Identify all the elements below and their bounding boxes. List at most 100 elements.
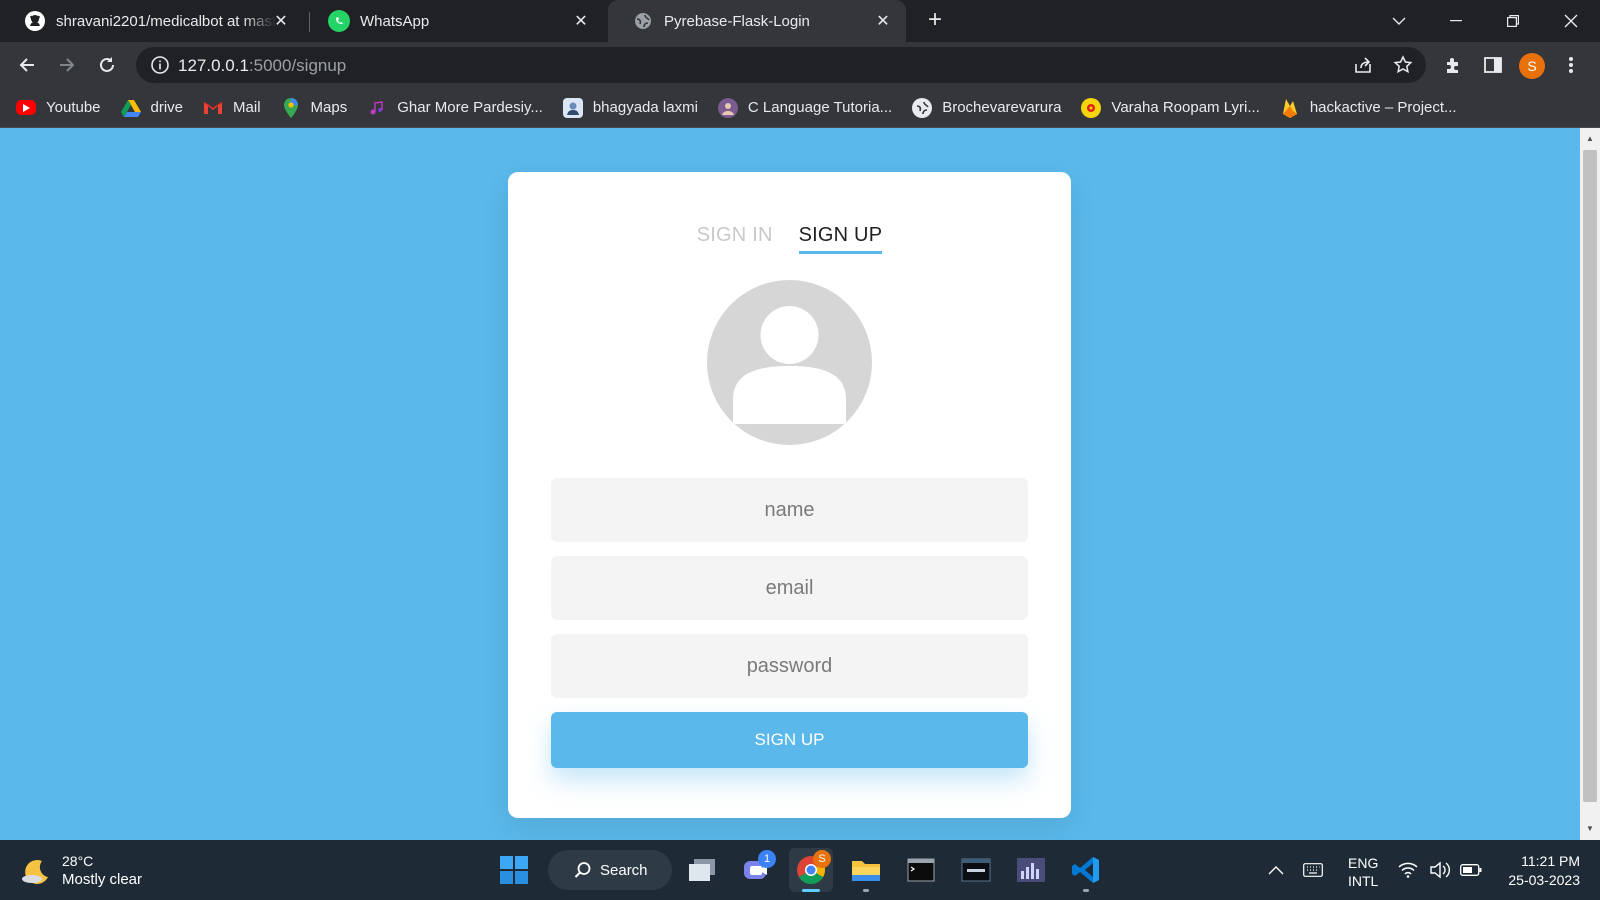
image-icon <box>562 97 583 118</box>
bookmark-drive[interactable]: drive <box>120 98 183 118</box>
forward-button[interactable] <box>52 50 82 80</box>
terminal-button[interactable] <box>899 848 943 892</box>
windows-taskbar: 28°C Mostly clear Search 1 S ENG INTL 11… <box>0 840 1600 900</box>
bookmark-brochevarevarura[interactable]: Brochevarevarura <box>912 97 1062 118</box>
notification-badge: 1 <box>758 850 776 868</box>
scroll-up-arrow-icon[interactable]: ▲ <box>1583 132 1597 146</box>
url-text[interactable]: 127.0.0.1:5000/signup <box>178 56 346 76</box>
whatsapp-icon <box>328 10 350 32</box>
task-view-icon <box>689 859 715 881</box>
auth-tabs: SIGN IN SIGN UP <box>508 224 1071 254</box>
tab-title: Pyrebase-Flask-Login <box>664 12 810 30</box>
tab-search-icon[interactable] <box>1384 6 1414 36</box>
info-icon[interactable] <box>150 55 170 75</box>
chrome-taskbar-button[interactable]: S <box>789 848 833 892</box>
bookmark-youtube[interactable]: Youtube <box>16 99 101 116</box>
weather-condition: Mostly clear <box>62 871 143 888</box>
extensions-icon[interactable] <box>1438 50 1468 80</box>
terminal-icon <box>907 858 935 882</box>
bookmark-label: Ghar More Pardesiy... <box>397 99 543 116</box>
running-indicator <box>863 889 869 892</box>
reload-button[interactable] <box>92 50 122 80</box>
music-icon <box>1081 97 1102 118</box>
music-icon <box>367 98 387 118</box>
weather-widget[interactable]: 28°C Mostly clear <box>20 852 142 890</box>
keyboard-layout: INTL <box>1348 873 1379 889</box>
mysql-button[interactable] <box>954 848 998 892</box>
tab-sign-in[interactable]: SIGN IN <box>697 224 773 254</box>
teams-chat-button[interactable]: 1 <box>734 848 778 892</box>
language-code: ENG <box>1348 855 1379 871</box>
search-label: Search <box>600 861 648 879</box>
clock-date: 25-03-2023 <box>1508 872 1580 888</box>
bookmark-bhagyada-laxmi[interactable]: bhagyada laxmi <box>562 97 698 118</box>
bookmark-label: Maps <box>310 99 348 116</box>
restore-icon[interactable] <box>1498 6 1528 36</box>
close-icon[interactable]: ✕ <box>270 10 292 32</box>
system-clock[interactable]: 11:21 PM 25-03-2023 <box>1490 852 1580 890</box>
moon-icon <box>22 859 48 884</box>
workbench-button[interactable] <box>1009 848 1053 892</box>
folder-icon <box>852 861 880 881</box>
file-explorer-button[interactable] <box>844 848 888 892</box>
volume-icon[interactable] <box>1429 840 1451 900</box>
bookmark-ghar-more-pardesiya[interactable]: Ghar More Pardesiy... <box>367 98 543 118</box>
bookmark-label: Brochevarevarura <box>942 99 1062 116</box>
password-field[interactable] <box>551 634 1028 698</box>
new-tab-button[interactable]: + <box>922 8 948 34</box>
close-window-icon[interactable] <box>1556 6 1586 36</box>
bookmark-mail[interactable]: Mail <box>203 98 261 118</box>
wifi-icon[interactable] <box>1398 840 1418 900</box>
signup-card: SIGN IN SIGN UP SIGN UP <box>508 172 1071 818</box>
name-field[interactable] <box>551 478 1028 542</box>
browser-tab-whatsapp[interactable]: WhatsApp ✕ <box>304 0 604 42</box>
minimize-icon[interactable] <box>1441 6 1471 36</box>
arrow-right-icon <box>60 58 75 72</box>
show-hidden-icons-chevron-icon[interactable] <box>1268 840 1284 900</box>
tab-title: WhatsApp <box>360 12 430 30</box>
database-icon <box>1017 858 1045 882</box>
share-icon[interactable] <box>1352 54 1374 76</box>
globe-icon <box>632 10 654 32</box>
bookmark-star-icon[interactable] <box>1392 54 1414 76</box>
address-bar[interactable]: 127.0.0.1:5000/signup <box>136 47 1426 83</box>
user-avatar-icon <box>707 280 872 445</box>
gmail-icon <box>203 98 223 118</box>
bookmark-maps[interactable]: Maps <box>281 97 348 118</box>
input-language[interactable]: ENG INTL <box>1348 854 1378 890</box>
bookmarks-bar: Youtube drive Mail Maps Ghar More Pardes… <box>0 88 1600 128</box>
keyboard-icon[interactable] <box>1303 840 1323 900</box>
side-panel-icon[interactable] <box>1478 50 1508 80</box>
tab-sign-up[interactable]: SIGN UP <box>798 224 883 254</box>
scroll-down-arrow-icon[interactable]: ▼ <box>1583 822 1597 836</box>
sign-up-button[interactable]: SIGN UP <box>551 712 1028 768</box>
mysql-icon <box>961 858 991 882</box>
bookmark-varaha-roopam[interactable]: Varaha Roopam Lyri... <box>1081 97 1260 118</box>
profile-avatar[interactable]: S <box>1519 53 1545 79</box>
task-view-button[interactable] <box>680 848 724 892</box>
bookmark-label: C Language Tutoria... <box>747 99 893 116</box>
drive-icon <box>120 98 141 118</box>
arrow-left-icon <box>19 58 34 72</box>
vscode-icon <box>1072 857 1099 883</box>
active-indicator <box>802 889 820 892</box>
tab-title: shravani2201/medicalbot at master <box>56 12 276 30</box>
battery-icon[interactable] <box>1460 840 1482 900</box>
browser-toolbar: 127.0.0.1:5000/signup S <box>0 42 1600 88</box>
close-icon[interactable]: ✕ <box>872 10 894 32</box>
firebase-icon <box>1280 98 1300 118</box>
vscode-button[interactable] <box>1064 848 1108 892</box>
bookmark-c-language-tutorial[interactable]: C Language Tutoria... <box>717 97 893 118</box>
menu-kebab-icon[interactable] <box>1556 50 1586 80</box>
globe-icon <box>912 97 933 118</box>
browser-tab-pyrebase[interactable]: Pyrebase-Flask-Login ✕ <box>608 0 906 42</box>
back-button[interactable] <box>12 50 42 80</box>
taskbar-search[interactable]: Search <box>548 850 672 890</box>
start-button[interactable] <box>492 848 536 892</box>
browser-tab-strip: shravani2201/medicalbot at master ✕ What… <box>0 0 1600 42</box>
bookmark-hackactive[interactable]: hackactive – Project... <box>1280 98 1457 118</box>
scrollbar-thumb[interactable] <box>1583 150 1597 802</box>
browser-tab-github[interactable]: shravani2201/medicalbot at master ✕ <box>0 0 304 42</box>
close-icon[interactable]: ✕ <box>570 10 592 32</box>
email-field[interactable] <box>551 556 1028 620</box>
